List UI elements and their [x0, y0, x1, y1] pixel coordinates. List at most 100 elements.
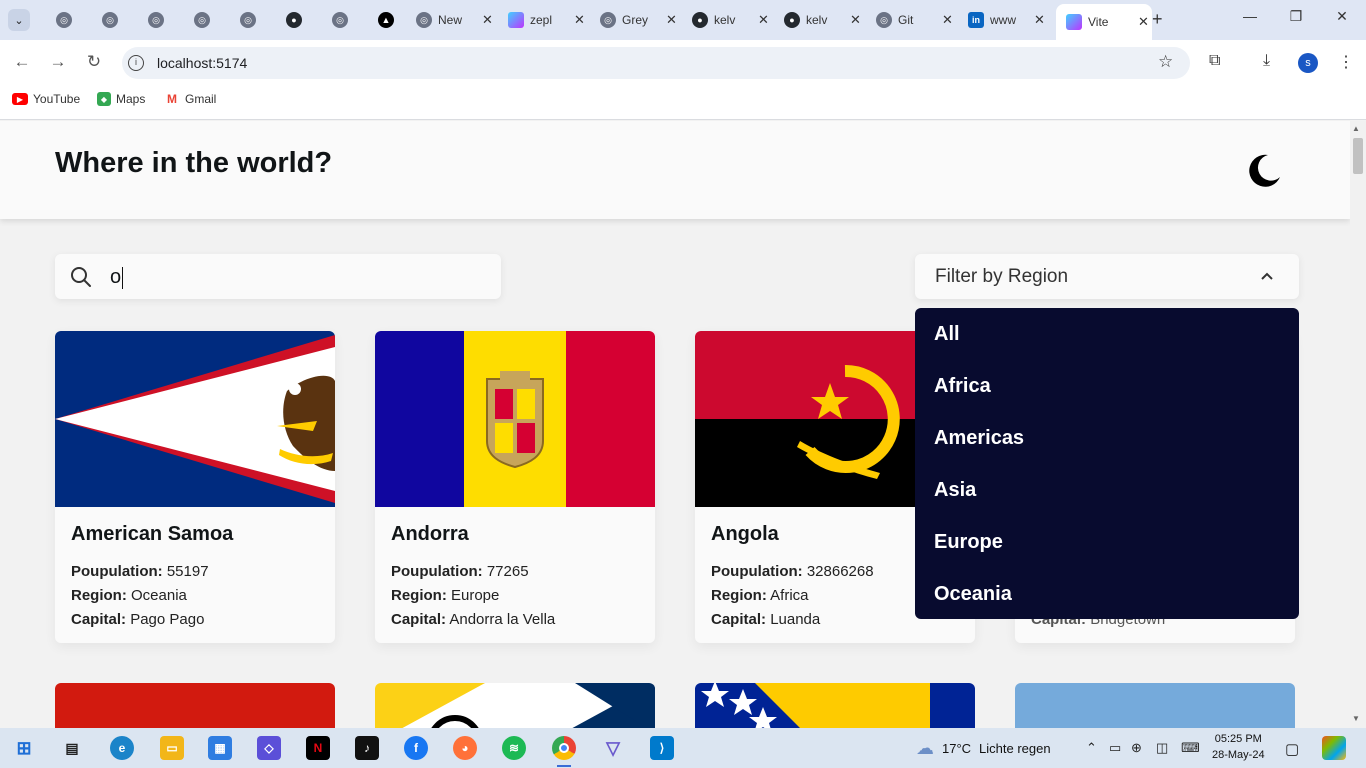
omnibox[interactable]: [122, 47, 1190, 79]
triangle-icon: ▲: [378, 12, 394, 28]
notifications-icon[interactable]: ▢: [1285, 740, 1299, 758]
globe-icon: ◎: [876, 12, 892, 28]
region-option-africa[interactable]: Africa: [934, 375, 991, 398]
back-icon[interactable]: ←: [11, 52, 33, 72]
scroll-up-arrow-icon[interactable]: ▲: [1352, 124, 1360, 133]
battery-icon[interactable]: ▭: [1109, 740, 1121, 756]
chrome-icon[interactable]: [552, 736, 576, 760]
tab-close-icon[interactable]: ✕: [1138, 14, 1152, 30]
region-filter-select[interactable]: Filter by Region: [915, 254, 1299, 299]
windows-start-icon[interactable]: ⊞: [12, 736, 36, 760]
browser-tab[interactable]: ◎: [184, 6, 228, 34]
maps-icon: ◆: [97, 92, 111, 106]
cloud-rain-icon: ☁: [916, 738, 934, 758]
tab-close-icon[interactable]: ✕: [666, 12, 680, 28]
weather-widget[interactable]: ☁ 17°C Lichte regen: [916, 738, 1051, 759]
vite-icon: [1066, 14, 1082, 30]
volume-icon[interactable]: ◫: [1156, 740, 1168, 756]
moon-icon[interactable]: [1246, 152, 1282, 188]
tab-close-icon[interactable]: ✕: [574, 12, 588, 28]
search-input[interactable]: o: [55, 254, 501, 299]
browser-tab[interactable]: Vite ✕: [1056, 4, 1152, 40]
copilot-icon[interactable]: [1322, 736, 1346, 760]
globe-icon: ◎: [194, 12, 210, 28]
country-name: American Samoa: [71, 523, 234, 545]
tab-close-icon[interactable]: ✕: [758, 12, 772, 28]
browser-tab[interactable]: ◎: [92, 6, 136, 34]
bookmark-label: Maps: [116, 92, 146, 106]
vscode-icon[interactable]: ⟩: [650, 736, 674, 760]
browser-tab[interactable]: in www ✕: [958, 6, 1048, 34]
country-card[interactable]: Andorra Poupulation: 77265 Region: Europ…: [375, 331, 655, 643]
tab-close-icon[interactable]: ✕: [1034, 12, 1048, 28]
browser-tab[interactable]: ◎: [46, 6, 90, 34]
tiktok-icon[interactable]: ♪: [355, 736, 379, 760]
country-name: Angola: [711, 523, 779, 545]
page-scrollbar[interactable]: [1350, 121, 1366, 728]
browser-tab[interactable]: ◎ New ✕: [406, 6, 496, 34]
forward-icon[interactable]: →: [47, 52, 69, 72]
browser-tab[interactable]: ▲: [368, 6, 404, 34]
globe-icon: ◎: [240, 12, 256, 28]
bookmark-star-icon[interactable]: ☆: [1158, 52, 1173, 72]
filter-label: Filter by Region: [935, 266, 1069, 287]
close-window-button[interactable]: ✕: [1332, 8, 1352, 25]
profile-avatar[interactable]: s: [1298, 53, 1318, 73]
new-tab-button[interactable]: +: [1152, 9, 1163, 30]
microsoft-store-icon[interactable]: ▦: [208, 736, 232, 760]
gmail-icon: M: [167, 92, 177, 106]
scrollbar-thumb[interactable]: [1353, 138, 1363, 174]
reload-icon[interactable]: ↻: [83, 52, 105, 72]
chevron-up-icon: [1261, 272, 1273, 280]
country-card[interactable]: American Samoa Poupulation: 55197 Region…: [55, 331, 335, 643]
tab-search-button[interactable]: ⌄: [8, 9, 30, 31]
tab-close-icon[interactable]: ✕: [850, 12, 864, 28]
browser-tab[interactable]: ◎: [230, 6, 274, 34]
firefox-icon[interactable]: ◕: [453, 736, 477, 760]
extensions-icon[interactable]: ⧉: [1209, 52, 1220, 70]
tab-close-icon[interactable]: ✕: [942, 12, 956, 28]
region-option-asia[interactable]: Asia: [934, 479, 976, 502]
netflix-icon[interactable]: N: [306, 736, 330, 760]
browser-tab[interactable]: ● kelv ✕: [682, 6, 772, 34]
country-population: Poupulation: 32866268: [711, 563, 874, 580]
minimize-button[interactable]: —: [1240, 8, 1260, 24]
browser-tab[interactable]: ●: [276, 6, 320, 34]
browser-tab[interactable]: ◎: [322, 6, 366, 34]
browser-tab[interactable]: ● kelv ✕: [774, 6, 864, 34]
globe-icon: ◎: [416, 12, 432, 28]
edge-icon[interactable]: e: [110, 736, 134, 760]
site-info-icon[interactable]: i: [128, 55, 144, 71]
menu-kebab-icon[interactable]: ⋮: [1338, 52, 1354, 72]
region-option-oceania[interactable]: Oceania: [934, 583, 1012, 606]
url-text[interactable]: localhost:5174: [157, 55, 247, 71]
chevron-up-tray-icon[interactable]: ⌃: [1086, 740, 1097, 756]
region-option-europe[interactable]: Europe: [934, 531, 1003, 554]
browser-tab[interactable]: zepl ✕: [498, 6, 588, 34]
keyboard-icon[interactable]: ⌨: [1181, 740, 1200, 756]
browser-tab[interactable]: ◎ Grey ✕: [590, 6, 680, 34]
bookmark-youtube[interactable]: ▶ YouTube: [12, 92, 80, 106]
search-value[interactable]: o: [110, 266, 124, 289]
app-icon[interactable]: ◇: [257, 736, 281, 760]
app-triangle-icon[interactable]: ▽: [601, 736, 625, 760]
flag-next-row-2: [375, 683, 655, 728]
tab-close-icon[interactable]: ✕: [482, 12, 496, 28]
file-explorer-icon[interactable]: ▭: [160, 736, 184, 760]
browser-tab[interactable]: ◎: [138, 6, 182, 34]
network-globe-icon[interactable]: ⊕: [1131, 740, 1142, 756]
browser-tab[interactable]: ◎ Git ✕: [866, 6, 956, 34]
system-clock[interactable]: 05:25 PM 28-May-24: [1212, 731, 1265, 763]
downloads-icon[interactable]: ⤓: [1263, 52, 1270, 70]
bookmark-gmail[interactable]: M Gmail: [164, 92, 216, 106]
task-view-icon[interactable]: ▤: [60, 736, 84, 760]
region-dropdown-menu: All Africa Americas Asia Europe Oceania: [915, 308, 1299, 619]
bookmark-maps[interactable]: ◆ Maps: [97, 92, 145, 106]
region-option-americas[interactable]: Americas: [934, 427, 1024, 450]
facebook-icon[interactable]: f: [404, 736, 428, 760]
globe-icon: ◎: [332, 12, 348, 28]
spotify-icon[interactable]: ≋: [502, 736, 526, 760]
region-option-all[interactable]: All: [934, 323, 960, 346]
restore-button[interactable]: ❐: [1286, 8, 1306, 25]
scroll-down-arrow-icon[interactable]: ▼: [1352, 714, 1360, 723]
